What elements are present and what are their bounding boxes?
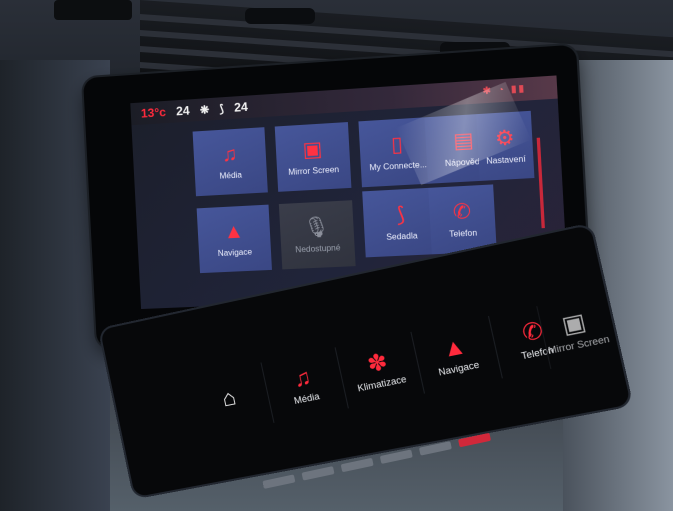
tile-unavailable: 🎙 Nedostupné <box>278 200 356 270</box>
seat-icon: ⟆ <box>395 203 406 227</box>
music-note-icon: ♫ <box>221 142 238 166</box>
fan-icon[interactable]: ❋ <box>199 103 210 117</box>
navigation-arrow-icon: ▲ <box>222 219 245 244</box>
seat-icon[interactable]: ⟆ <box>219 102 224 115</box>
tile-media[interactable]: ♫ Média <box>192 127 268 197</box>
climate-fan-icon: ✽ <box>364 348 390 378</box>
tile-label: Sedadla <box>385 230 418 242</box>
navigation-arrow-icon: ▲ <box>439 332 469 363</box>
status-icons: ✱ ◔ ▮▮ <box>482 82 527 96</box>
tile-phone[interactable]: ✆ Telefon <box>428 184 497 255</box>
hard-button[interactable] <box>340 457 374 473</box>
hard-button[interactable] <box>262 474 296 489</box>
climate-button[interactable]: ✽ Klimatizace <box>334 332 423 409</box>
hazard-button[interactable] <box>458 432 492 448</box>
gear-icon: ⚙ <box>494 126 516 151</box>
tile-label: Navigace <box>217 246 253 258</box>
tile-label: Mirror Screen <box>288 164 340 177</box>
mirror-screen-icon: ▣ <box>559 307 589 339</box>
phone-icon: ✆ <box>452 199 472 224</box>
vent-grip <box>245 8 315 24</box>
left-zone-temperature[interactable]: 24 <box>176 103 190 118</box>
key-label: Média <box>292 390 321 407</box>
home-icon: ⌂ <box>219 383 239 412</box>
hard-button[interactable] <box>301 466 335 481</box>
microphone-icon: 🎙 <box>302 215 331 240</box>
top-left-control <box>54 0 132 20</box>
tile-mirror-screen[interactable]: ▣ Mirror Screen <box>274 122 352 192</box>
tile-label: Telefon <box>448 227 478 239</box>
scrollbar[interactable] <box>536 137 545 229</box>
key-label: Mirror Screen <box>547 333 611 357</box>
media-button[interactable]: ♫ Média <box>260 347 347 423</box>
key-label: Klimatizace <box>356 373 408 394</box>
right-zone-temperature[interactable]: 24 <box>234 100 248 115</box>
hard-button[interactable] <box>379 449 413 464</box>
outside-temperature: 13°c <box>140 104 167 121</box>
tile-settings[interactable]: ⚙ Nastavení <box>476 110 535 181</box>
tile-navigation[interactable]: ▲ Navigace <box>196 204 272 274</box>
home-button[interactable]: ⌂ <box>188 363 271 437</box>
phone-app-icon: ▯ <box>390 132 404 157</box>
music-note-icon: ♫ <box>291 363 314 393</box>
tile-label: Nastavení <box>486 153 526 166</box>
mirror-screen-icon: ▣ <box>302 137 323 162</box>
mirror-screen-button[interactable]: ▣ Mirror Screen <box>536 293 615 370</box>
hard-button[interactable] <box>418 441 452 456</box>
tile-label: Média <box>219 169 243 181</box>
navigation-button[interactable]: ▲ Navigace <box>410 316 501 394</box>
tile-label: Nedostupné <box>295 242 341 254</box>
tile-label: My Connecte... <box>369 159 428 172</box>
help-icon: ▤ <box>452 128 475 153</box>
key-label: Navigace <box>437 359 481 378</box>
